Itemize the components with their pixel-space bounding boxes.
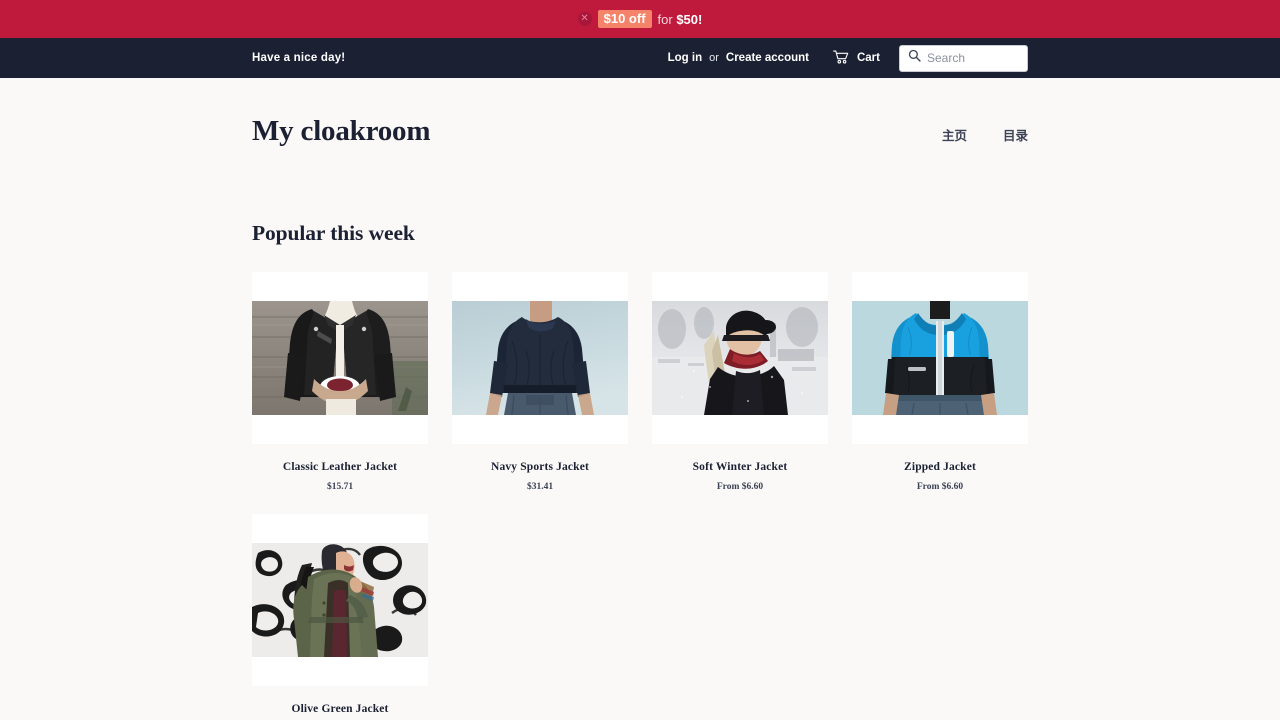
product-card[interactable]: Zipped Jacket From $6.60 [852, 272, 1028, 492]
product-image-navy-sports-jacket [452, 301, 628, 415]
product-price: From $6.60 [916, 482, 964, 492]
promo-condition: for $50! [658, 12, 703, 27]
product-card[interactable]: Classic Leather Jacket $15.71 [252, 272, 428, 492]
cart-label: Cart [856, 52, 880, 64]
site-title[interactable]: My cloakroom [252, 115, 430, 148]
announcement-message: Have a nice day! [252, 52, 346, 64]
nav-item-home[interactable]: 主页 [942, 125, 967, 144]
promo-discount-badge: $10 off [597, 10, 652, 28]
product-title: Classic Leather Jacket [282, 461, 398, 473]
promo-banner: ✕ $10 off for $50! [0, 0, 1280, 38]
product-image-zipped-jacket [852, 301, 1028, 415]
close-circle-icon[interactable]: ✕ [577, 12, 592, 26]
product-price: $31.41 [526, 482, 554, 492]
collection-section: Popular this week Classic Leather Jacket… [0, 221, 1280, 720]
login-link[interactable]: Log in [668, 52, 703, 64]
product-price: From $6.60 [716, 482, 764, 492]
product-title: Navy Sports Jacket [491, 461, 589, 473]
search-icon [908, 49, 921, 67]
promo-condition-prefix: for [657, 11, 677, 27]
product-card[interactable]: Navy Sports Jacket $31.41 [452, 272, 628, 492]
product-image-classic-leather-jacket [252, 301, 428, 415]
cart-link[interactable]: Cart [833, 50, 880, 67]
search-input[interactable] [927, 51, 1019, 65]
product-title: Soft Winter Jacket [692, 461, 788, 473]
product-image-frame [252, 272, 428, 444]
product-image-frame [652, 272, 828, 444]
product-image-soft-winter-jacket [652, 301, 828, 415]
promo-condition-amount: $50! [676, 11, 703, 27]
auth-separator: or [709, 52, 719, 64]
create-account-link[interactable]: Create account [726, 52, 809, 64]
product-image-frame [852, 272, 1028, 444]
nav-item-catalog[interactable]: 目录 [1003, 125, 1028, 144]
product-image-frame [452, 272, 628, 444]
product-grid: Classic Leather Jacket $15.71 Navy Sport… [252, 272, 1028, 720]
product-image-frame [252, 514, 428, 686]
utility-navigation-bar: Have a nice day! Log in or Create accoun… [0, 38, 1280, 78]
collection-title: Popular this week [252, 221, 415, 245]
main-navigation: 主页 目录 [942, 125, 1028, 144]
account-links: Log in or Create account [668, 52, 809, 64]
search-box[interactable] [899, 44, 1028, 72]
shopping-cart-icon [833, 50, 850, 67]
product-image-olive-green-jacket [252, 543, 428, 657]
product-card[interactable]: Soft Winter Jacket From $6.60 [652, 272, 828, 492]
product-title: Zipped Jacket [904, 461, 976, 473]
site-header: My cloakroom 主页 目录 [0, 78, 1280, 148]
product-price: $15.71 [326, 482, 354, 492]
product-title: Olive Green Jacket [291, 703, 389, 715]
product-card[interactable]: Olive Green Jacket From $5.34 [252, 514, 428, 720]
